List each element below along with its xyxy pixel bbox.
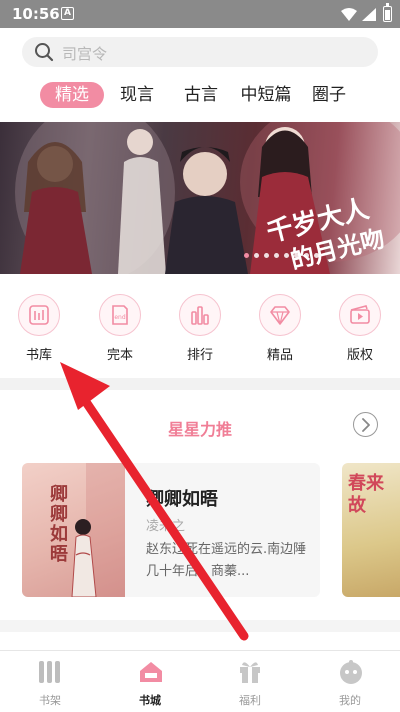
search-bar[interactable]: 司宫令 — [22, 37, 378, 67]
book-description: 赵东辽死在遥远的云.南边陲几十年后，商蓁... — [146, 542, 307, 579]
battery-icon — [383, 3, 392, 22]
quick-entry-row: 书库 end 完本 排行 精品 版权 — [0, 294, 400, 364]
ranking-icon — [191, 306, 209, 325]
nav-label: 书城 — [139, 694, 161, 707]
section-title: 星星力推 — [167, 420, 232, 439]
status-time: 10:56 — [12, 5, 60, 23]
tab-short-stories[interactable]: 中短篇 — [238, 82, 294, 108]
book-author: 凌未之 — [146, 519, 186, 534]
cover-figure-image — [71, 519, 97, 597]
search-input[interactable]: 司宫令 — [62, 43, 107, 64]
bookshelf-icon — [39, 661, 60, 683]
banner-dot[interactable] — [304, 253, 309, 258]
library-icon — [29, 305, 49, 325]
nav-bookshelf[interactable]: 书架 — [20, 651, 80, 712]
banner-dot[interactable] — [294, 253, 299, 258]
banner-dot[interactable] — [264, 253, 269, 258]
chevron-right-icon — [362, 418, 370, 432]
next-page-button[interactable] — [353, 412, 378, 437]
section-divider — [0, 620, 400, 632]
notification-icon: A — [61, 7, 74, 20]
tab-circle[interactable]: 圈子 — [308, 82, 350, 108]
banner-dot[interactable] — [254, 253, 259, 258]
book-card[interactable]: 春来故 — [342, 463, 400, 597]
entry-premium[interactable]: 精品 — [250, 294, 310, 364]
entry-copyright[interactable]: 版权 — [330, 294, 390, 364]
tab-modern-romance[interactable]: 现言 — [114, 82, 160, 108]
profile-icon — [340, 660, 362, 684]
nav-label: 我的 — [339, 694, 361, 707]
completed-book-icon: end — [112, 305, 128, 325]
entry-label: 排行 — [186, 348, 213, 363]
entry-label: 版权 — [346, 348, 373, 363]
category-tabs: 精选 现言 古言 中短篇 圈子 — [0, 82, 400, 110]
cover-title-text: 春来故 — [348, 473, 384, 516]
copyright-film-icon — [350, 305, 370, 324]
tab-ancient-romance[interactable]: 古言 — [178, 82, 224, 108]
entry-label: 书库 — [25, 348, 52, 363]
entry-library[interactable]: 书库 — [9, 294, 69, 364]
nav-label: 福利 — [239, 694, 261, 707]
app-screen: 10:56 A 司宫令 精选 现言 古言 中短篇 圈子 千岁大人 的月光吻 书库… — [0, 0, 400, 712]
entry-completed[interactable]: end 完本 — [90, 294, 150, 364]
tab-featured[interactable]: 精选 — [40, 82, 104, 108]
entry-label: 完本 — [106, 348, 133, 363]
nav-profile[interactable]: 我的 — [320, 651, 380, 712]
gift-icon — [240, 662, 260, 683]
wifi-icon — [341, 8, 357, 21]
banner-dot[interactable] — [274, 253, 279, 258]
book-title: 卿卿如晤 — [146, 489, 218, 510]
search-icon — [35, 43, 54, 62]
banner-dot[interactable] — [284, 253, 289, 258]
diamond-icon — [270, 306, 290, 325]
banner-image: 千岁大人 的月光吻 — [15, 122, 400, 274]
svg-text:end: end — [114, 314, 125, 321]
bookstore-icon — [140, 662, 162, 682]
nav-label: 书架 — [39, 694, 61, 707]
bottom-navigation: 书架 书城 福利 我的 — [0, 650, 400, 712]
banner-dot[interactable] — [244, 253, 249, 258]
status-bar: 10:56 A — [0, 0, 400, 28]
banner-dot[interactable] — [314, 253, 319, 258]
entry-label: 精品 — [266, 348, 293, 363]
entry-ranking[interactable]: 排行 — [170, 294, 230, 364]
book-cover: 卿卿如晤 — [22, 463, 125, 597]
section-divider — [0, 378, 400, 390]
book-card[interactable]: 卿卿如晤 卿卿如晤 凌未之 赵东辽死在遥远的云.南边陲几十年后，商蓁... — [22, 463, 320, 597]
promo-banner[interactable]: 千岁大人 的月光吻 — [0, 122, 400, 274]
nav-welfare[interactable]: 福利 — [220, 651, 280, 712]
signal-icon — [362, 8, 376, 21]
nav-bookstore[interactable]: 书城 — [120, 651, 180, 712]
